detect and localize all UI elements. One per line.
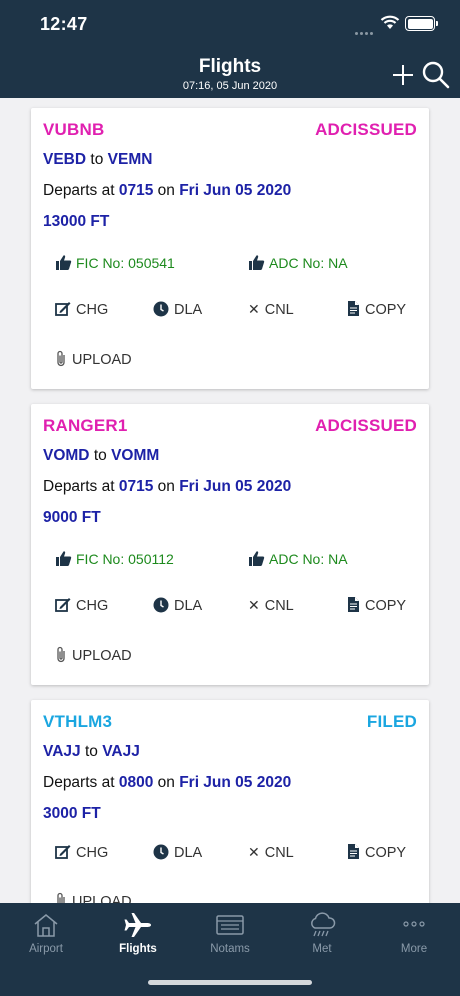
upload-button[interactable]: UPLOAD — [55, 892, 132, 903]
dla-button[interactable]: DLA — [153, 597, 202, 614]
edit-icon — [55, 302, 71, 316]
signal-dots-icon — [355, 22, 377, 35]
flight-card[interactable]: RANGER1 ADCISSUED VOMD to VOMM Departs a… — [31, 404, 429, 685]
edit-icon — [55, 598, 71, 612]
tab-notams[interactable]: Notams — [184, 903, 276, 963]
flight-card[interactable]: VTHLM3 FILED VAJJ to VAJJ Departs at 080… — [31, 700, 429, 903]
close-icon: ✕ — [248, 844, 260, 860]
battery-icon — [405, 16, 438, 31]
tab-label: Airport — [29, 943, 63, 955]
upload-button[interactable]: UPLOAD — [55, 350, 132, 368]
fic-number: FIC No: 050541 — [55, 254, 175, 271]
tab-met[interactable]: Met — [276, 903, 368, 963]
copy-button[interactable]: COPY — [346, 301, 406, 318]
dla-button[interactable]: DLA — [153, 844, 202, 861]
flight-callsign[interactable]: RANGER1 — [43, 416, 128, 436]
chg-button[interactable]: CHG — [55, 844, 108, 861]
paperclip-icon — [57, 892, 65, 903]
document-icon — [348, 301, 359, 316]
flight-card[interactable]: VUBNB ADCISSUED VEBD to VEMN Departs at … — [31, 108, 429, 389]
document-icon — [348, 844, 359, 859]
tab-airport[interactable]: Airport — [0, 903, 92, 963]
flight-callsign[interactable]: VUBNB — [43, 120, 104, 140]
fic-number: FIC No: 050112 — [55, 550, 174, 567]
paperclip-icon — [57, 646, 65, 663]
flight-status: FILED — [366, 712, 417, 731]
search-icon[interactable] — [421, 60, 451, 90]
airplane-icon — [124, 913, 151, 937]
flight-status: ADCISSUED — [315, 120, 417, 139]
tab-flights[interactable]: Flights — [92, 903, 184, 963]
thumbs-up-icon — [249, 255, 265, 270]
flight-departure: Departs at 0715 on Fri Jun 05 2020 — [43, 182, 292, 199]
flight-level: 3000 FT — [43, 805, 101, 822]
flight-route: VAJJ to VAJJ — [43, 743, 140, 760]
thumbs-up-icon — [249, 551, 265, 566]
clock-icon — [153, 597, 169, 613]
document-icon — [348, 597, 359, 612]
flight-callsign[interactable]: VTHLM3 — [43, 712, 112, 732]
paperclip-icon — [57, 350, 65, 367]
navigation-bar: Flights 07:16, 05 Jun 2020 — [0, 50, 460, 98]
chg-button[interactable]: CHG — [55, 597, 108, 614]
tab-more[interactable]: More — [368, 903, 460, 963]
flight-level: 9000 FT — [43, 509, 101, 526]
status-time: 12:47 — [40, 14, 88, 34]
cnl-button[interactable]: ✕ CNL — [248, 597, 294, 614]
thumbs-up-icon — [56, 255, 72, 270]
wifi-icon — [380, 15, 400, 29]
adc-number: ADC No: NA — [248, 550, 348, 567]
flight-route: VOMD to VOMM — [43, 447, 160, 464]
tab-label: Flights — [119, 943, 157, 955]
copy-button[interactable]: COPY — [346, 844, 406, 861]
copy-button[interactable]: COPY — [346, 597, 406, 614]
chg-button[interactable]: CHG — [55, 301, 108, 318]
cnl-button[interactable]: ✕ CNL — [248, 844, 294, 861]
notams-icon — [216, 915, 244, 935]
flight-departure: Departs at 0715 on Fri Jun 05 2020 — [43, 478, 292, 495]
dla-button[interactable]: DLA — [153, 301, 202, 318]
airport-icon — [34, 914, 58, 937]
close-icon: ✕ — [248, 301, 260, 317]
clock-icon — [153, 844, 169, 860]
flight-list[interactable]: VUBNB ADCISSUED VEBD to VEMN Departs at … — [0, 98, 460, 903]
cloud-rain-icon — [311, 912, 336, 937]
flight-level: 13000 FT — [43, 213, 110, 230]
more-dots-icon — [403, 921, 425, 927]
clock-icon — [153, 301, 169, 317]
flight-route: VEBD to VEMN — [43, 151, 153, 168]
close-icon: ✕ — [248, 597, 260, 613]
adc-number: ADC No: NA — [248, 254, 348, 271]
tab-label: More — [400, 943, 428, 955]
status-bar: 12:47 — [0, 0, 460, 50]
flight-departure: Departs at 0800 on Fri Jun 05 2020 — [43, 774, 292, 791]
flight-status: ADCISSUED — [315, 416, 417, 435]
tab-label: Met — [312, 943, 332, 955]
cnl-button[interactable]: ✕ CNL — [248, 301, 294, 318]
thumbs-up-icon — [56, 551, 72, 566]
add-flight-button[interactable] — [390, 62, 416, 88]
home-indicator[interactable] — [148, 980, 312, 985]
tab-label: Notams — [210, 943, 250, 955]
upload-button[interactable]: UPLOAD — [55, 646, 132, 664]
edit-icon — [55, 845, 71, 859]
